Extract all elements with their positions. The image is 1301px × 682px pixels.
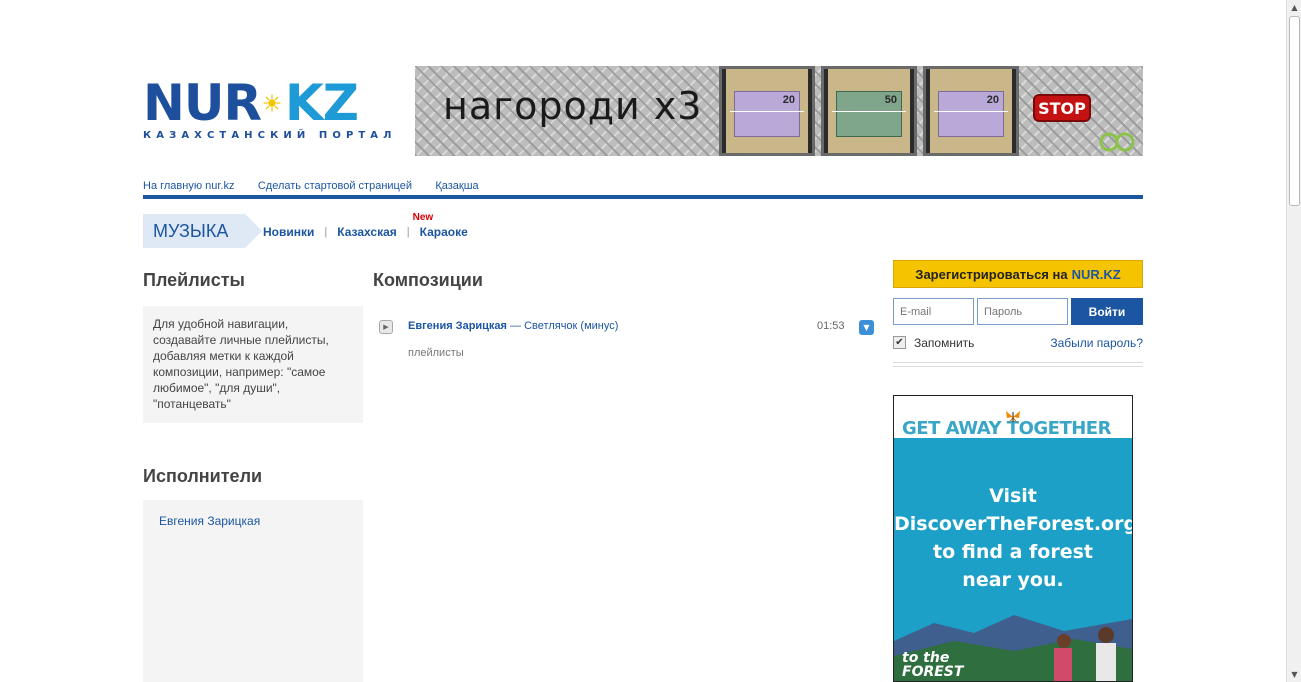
play-icon[interactable]: ▶ [379, 320, 393, 334]
track-artist: Евгения Зарицкая [408, 320, 507, 332]
site-logo[interactable]: NUR KZ КАЗАХСТАНСКИЙ ПОРТАЛ [143, 74, 397, 144]
subnav-karaoke[interactable]: New Караоке [413, 212, 468, 239]
ad-line: Visit [989, 485, 1037, 507]
nav-link-kazakh[interactable]: Қазақша [435, 180, 478, 192]
login-form: Войти [893, 298, 1143, 325]
logo-subtitle: КАЗАХСТАНСКИЙ ПОРТАЛ [143, 130, 397, 141]
tracks-title: Композиции [373, 270, 483, 290]
register-button[interactable]: Зарегистрироваться на NUR.KZ [893, 260, 1143, 288]
ad-line: near you. [962, 569, 1064, 591]
forgot-password-link[interactable]: Забыли пароль? [1050, 336, 1143, 350]
remember-checkbox[interactable]: ✔ [893, 336, 906, 349]
subnav-kazakh[interactable]: Казахская [337, 225, 397, 239]
ad-footer: to the FOREST [902, 651, 963, 679]
ad-footer-line1: to the [902, 650, 950, 666]
checkmark-icon: ✔ [895, 337, 904, 348]
top-nav: На главную nur.kz Сделать стартовой стра… [143, 178, 1143, 199]
ad-body: Visit DiscoverTheForest.org to find a fo… [894, 482, 1132, 594]
scroll-down-icon[interactable]: ▼ [1287, 667, 1301, 682]
banner-text: нагороди x3 [443, 84, 703, 128]
ad-line: to find a forest [933, 541, 1093, 563]
track-title[interactable]: Евгения Зарицкая — Светлячок (минус) [408, 320, 618, 332]
slot-reel: 20 [923, 66, 1019, 156]
music-nav: МУЗЫКА Новинки | Казахская | New Караоке [143, 212, 843, 248]
subnav-karaoke-label: Караоке [419, 225, 468, 239]
center-column: Композиции ▶ Евгения Зарицкая — Светлячо… [373, 270, 878, 359]
separator: | [406, 226, 410, 238]
track-song: Светлячок (минус) [524, 320, 619, 332]
ad-line: DiscoverTheForest.org [894, 513, 1133, 535]
banner-stop-button[interactable]: STOP [1033, 94, 1091, 122]
nav-link-make-start-page[interactable]: Сделать стартовой страницей [258, 180, 412, 192]
artists-list: Евгения Зарицкая [143, 500, 363, 682]
logo-text-kz: KZ [285, 74, 359, 132]
nav-link-home[interactable]: На главную nur.kz [143, 180, 235, 192]
forest-ad[interactable]: GET AWAY TOGETHER Visit DiscoverTheFores… [893, 395, 1133, 682]
butterfly-icon [1006, 411, 1020, 423]
subnav-new-releases[interactable]: Новинки [263, 225, 314, 239]
right-column: Зарегистрироваться на NUR.KZ Войти ✔ Зап… [893, 260, 1143, 682]
artist-link[interactable]: Евгения Зарицкая [159, 514, 260, 528]
email-field[interactable] [893, 298, 974, 325]
divider [893, 362, 1143, 367]
download-icon[interactable]: ▼ [859, 320, 874, 335]
ad-header: GET AWAY TOGETHER [894, 396, 1132, 439]
login-button[interactable]: Войти [1071, 298, 1143, 325]
new-badge: New [412, 212, 434, 223]
music-section-label: МУЗЫКА [153, 221, 229, 241]
music-subnav: Новинки | Казахская | New Караоке [263, 212, 468, 239]
track-row: ▶ Евгения Зарицкая — Светлячок (минус) 0… [373, 318, 878, 338]
track-duration: 01:53 [817, 320, 845, 332]
music-section-tab[interactable]: МУЗЫКА [143, 214, 262, 248]
sun-icon [263, 94, 281, 112]
playlists-title: Плейлисты [143, 270, 245, 290]
slot-reel: 50 [821, 66, 917, 156]
remember-label: Запомнить [914, 336, 975, 350]
logo-text-nur: NUR [143, 74, 262, 132]
banner-ad[interactable]: нагороди x3 20 50 20 STOP [415, 66, 1143, 156]
artists-title: Исполнители [143, 466, 263, 486]
left-column: Плейлисты Для удобной навигации, создава… [143, 270, 363, 682]
register-text: Зарегистрироваться на [915, 266, 1068, 282]
banner-brand-icon [1099, 132, 1135, 152]
track-dash: — [506, 320, 525, 332]
scroll-thumb[interactable] [1289, 16, 1300, 206]
register-brand: NUR.KZ [1071, 266, 1121, 282]
ad-footer-line2: FOREST [902, 664, 964, 680]
separator: | [324, 226, 328, 238]
scroll-up-icon[interactable]: ▲ [1287, 0, 1301, 15]
playlists-info: Для удобной навигации, создавайте личные… [143, 306, 363, 423]
track-playlists-label[interactable]: плейлисты [408, 347, 464, 359]
page-scrollbar[interactable]: ▲ ▼ [1286, 0, 1301, 682]
password-field[interactable] [977, 298, 1068, 325]
slot-reel: 20 [719, 66, 815, 156]
remember-row: ✔ Запомнить Забыли пароль? [893, 335, 1143, 351]
